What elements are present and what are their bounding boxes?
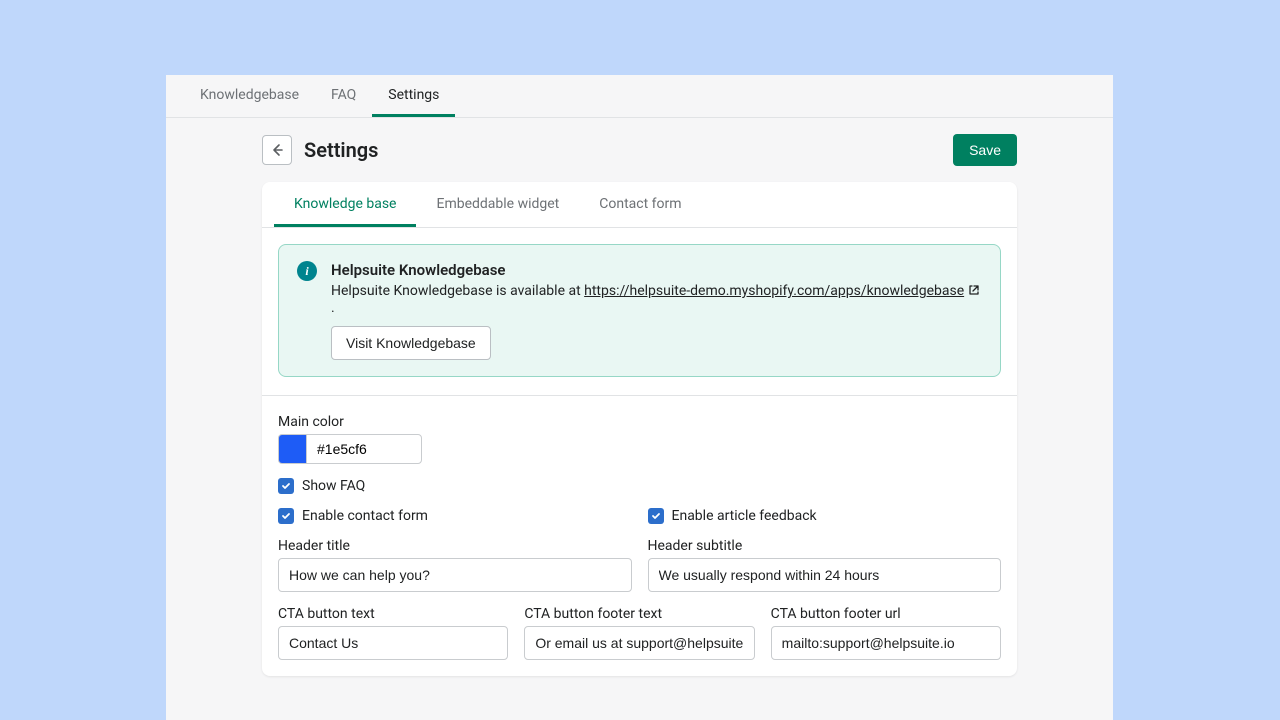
enable-feedback-checkbox[interactable] bbox=[648, 508, 664, 524]
enable-contact-checkbox[interactable] bbox=[278, 508, 294, 524]
header-title-label: Header title bbox=[278, 538, 632, 554]
header-title-input[interactable] bbox=[278, 558, 632, 592]
tab-faq[interactable]: FAQ bbox=[315, 75, 372, 117]
cta-footer-url-label: CTA button footer url bbox=[771, 606, 1001, 622]
enable-feedback-label: Enable article feedback bbox=[672, 508, 817, 524]
save-button[interactable]: Save bbox=[953, 134, 1017, 166]
divider bbox=[262, 395, 1017, 396]
check-icon bbox=[281, 481, 291, 491]
show-faq-label: Show FAQ bbox=[302, 478, 365, 494]
subtab-knowledge-base[interactable]: Knowledge base bbox=[274, 182, 416, 227]
page-header: Settings Save bbox=[166, 118, 1113, 166]
tab-knowledgebase[interactable]: Knowledgebase bbox=[184, 75, 315, 117]
banner-text: Helpsuite Knowledgebase is available at … bbox=[331, 283, 982, 316]
settings-card: Knowledge base Embeddable widget Contact… bbox=[262, 182, 1017, 676]
cta-footer-url-input[interactable] bbox=[771, 626, 1001, 660]
top-tabs: Knowledgebase FAQ Settings bbox=[166, 75, 1113, 118]
arrow-left-icon bbox=[269, 142, 285, 158]
cta-text-input[interactable] bbox=[278, 626, 508, 660]
banner-text-suffix: . bbox=[331, 300, 335, 316]
main-color-label: Main color bbox=[278, 414, 1001, 430]
tab-settings[interactable]: Settings bbox=[372, 75, 455, 117]
subtab-embeddable-widget[interactable]: Embeddable widget bbox=[416, 182, 579, 227]
cta-footer-text-label: CTA button footer text bbox=[524, 606, 754, 622]
cta-text-label: CTA button text bbox=[278, 606, 508, 622]
app-frame: Knowledgebase FAQ Settings Settings Save… bbox=[166, 75, 1113, 720]
enable-contact-label: Enable contact form bbox=[302, 508, 428, 524]
banner-link[interactable]: https://helpsuite-demo.myshopify.com/app… bbox=[584, 283, 964, 299]
check-icon bbox=[651, 511, 661, 521]
visit-knowledgebase-button[interactable]: Visit Knowledgebase bbox=[331, 326, 491, 360]
cta-footer-text-input[interactable] bbox=[524, 626, 754, 660]
header-subtitle-label: Header subtitle bbox=[648, 538, 1002, 554]
external-link-icon bbox=[968, 284, 980, 300]
card-body: i Helpsuite Knowledgebase Helpsuite Know… bbox=[262, 228, 1017, 676]
color-swatch[interactable] bbox=[278, 434, 306, 464]
banner-title: Helpsuite Knowledgebase bbox=[331, 261, 982, 279]
sub-tabs: Knowledge base Embeddable widget Contact… bbox=[262, 182, 1017, 228]
info-icon: i bbox=[297, 261, 317, 281]
page-title: Settings bbox=[304, 138, 941, 162]
header-subtitle-input[interactable] bbox=[648, 558, 1002, 592]
back-button[interactable] bbox=[262, 135, 292, 165]
show-faq-checkbox[interactable] bbox=[278, 478, 294, 494]
check-icon bbox=[281, 511, 291, 521]
subtab-contact-form[interactable]: Contact form bbox=[579, 182, 701, 227]
info-banner: i Helpsuite Knowledgebase Helpsuite Know… bbox=[278, 244, 1001, 377]
banner-text-prefix: Helpsuite Knowledgebase is available at bbox=[331, 283, 584, 299]
main-color-input[interactable] bbox=[306, 434, 422, 464]
